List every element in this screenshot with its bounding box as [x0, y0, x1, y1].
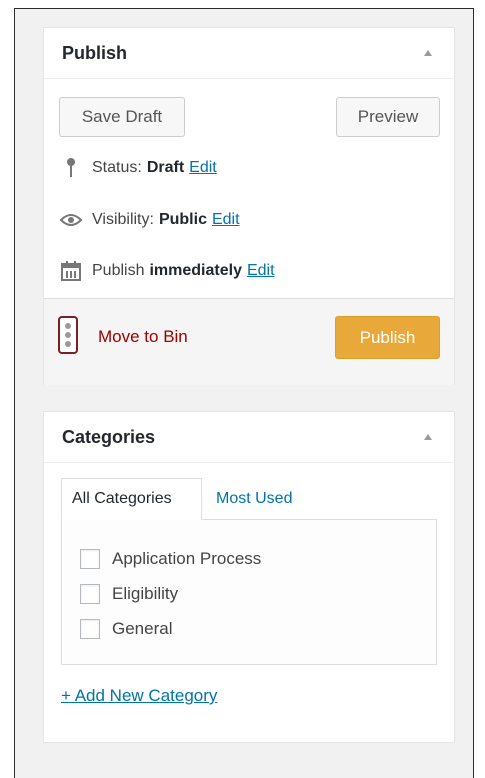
schedule-row: Publish immediately Edit [58, 259, 275, 283]
add-new-category-link[interactable]: + Add New Category [61, 686, 217, 706]
categories-box: Categories All Categories Most Used Appl… [43, 411, 455, 743]
category-label[interactable]: General [112, 619, 172, 639]
list-item: Application Process [80, 547, 261, 571]
move-to-bin-link[interactable]: Move to Bin [98, 327, 188, 347]
list-item: Eligibility [80, 582, 178, 606]
category-checkbox[interactable] [80, 584, 100, 604]
schedule-label: Publish [92, 262, 145, 279]
category-checkbox[interactable] [80, 619, 100, 639]
tab-most-used[interactable]: Most Used [216, 478, 336, 520]
category-checkbox[interactable] [80, 549, 100, 569]
publish-actions: Move to Bin Publish [44, 298, 454, 385]
save-draft-button[interactable]: Save Draft [59, 97, 185, 137]
publish-button[interactable]: Publish [335, 316, 440, 359]
category-checklist: Application Process Eligibility General [61, 519, 437, 665]
categories-box-header[interactable]: Categories [44, 412, 454, 463]
category-label[interactable]: Eligibility [112, 584, 178, 604]
eye-icon [58, 209, 84, 231]
category-label[interactable]: Application Process [112, 549, 261, 569]
status-row: Status: Draft Edit [58, 156, 217, 180]
caret-up-icon[interactable] [424, 50, 432, 56]
visibility-label: Visibility: [92, 211, 154, 228]
visibility-value: Public [158, 211, 207, 228]
schedule-value: immediately [149, 262, 242, 279]
preview-button[interactable]: Preview [336, 97, 440, 137]
edit-status-link[interactable]: Edit [189, 159, 217, 177]
status-label: Status: [92, 159, 142, 176]
publish-box: Publish Save Draft Preview Status: Draft… [43, 27, 455, 385]
publish-box-header[interactable]: Publish [44, 28, 454, 79]
tab-all-categories[interactable]: All Categories [61, 478, 202, 520]
categories-box-title: Categories [62, 427, 156, 447]
list-item: General [80, 617, 172, 641]
edit-visibility-link[interactable]: Edit [212, 211, 240, 229]
trash-icon[interactable] [58, 316, 78, 354]
edit-schedule-link[interactable]: Edit [247, 262, 275, 280]
publish-box-title: Publish [62, 43, 128, 63]
visibility-row: Visibility: Public Edit [58, 208, 240, 232]
pin-icon [58, 157, 84, 179]
sidebar-column: Publish Save Draft Preview Status: Draft… [14, 8, 474, 778]
status-value: Draft [146, 159, 185, 176]
calendar-icon [58, 260, 84, 282]
caret-up-icon[interactable] [424, 434, 432, 440]
